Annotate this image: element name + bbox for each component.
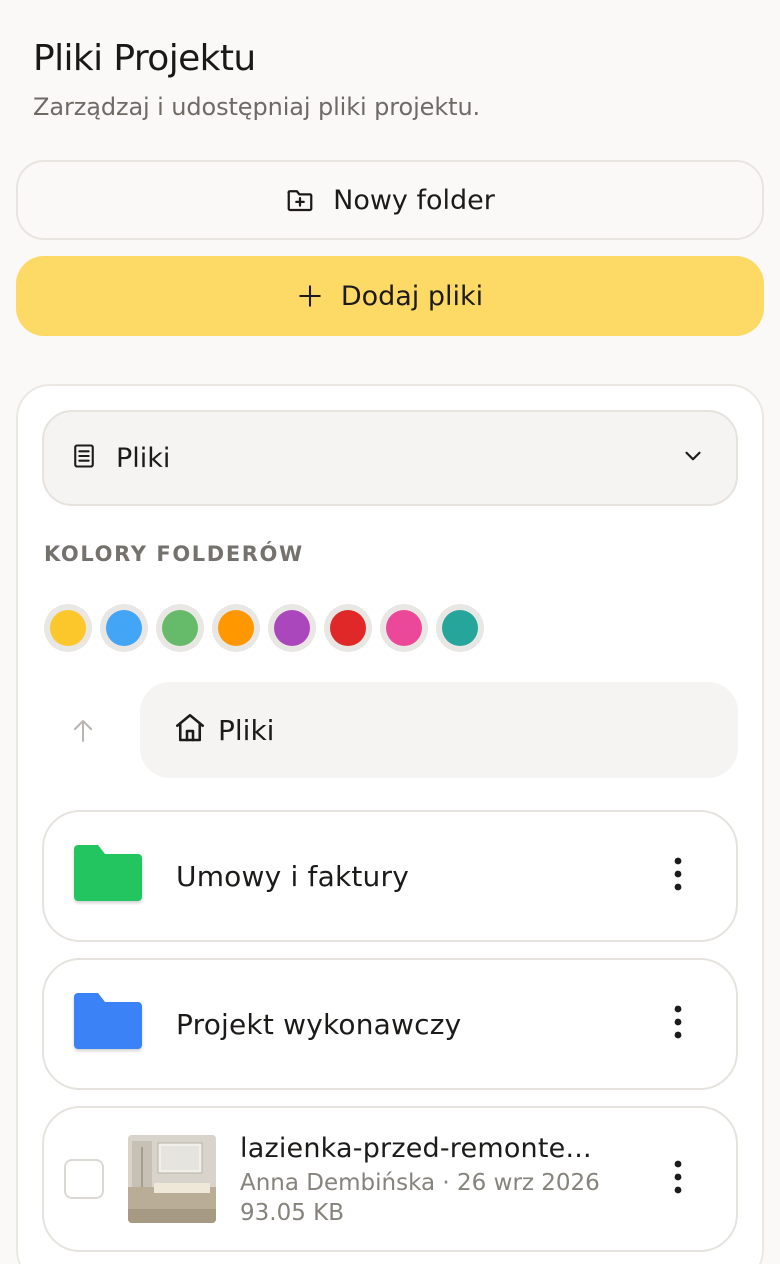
view-select-value: Pliki: [116, 442, 171, 474]
color-swatch-dot: [330, 610, 366, 646]
folder-icon: [70, 991, 146, 1057]
color-swatch[interactable]: [436, 604, 484, 652]
more-options-icon[interactable]: [674, 1005, 682, 1043]
folder-plus-icon: [285, 185, 315, 215]
file-author-date: Anna Dembińska · 26 wrz 2026: [240, 1169, 600, 1196]
breadcrumb[interactable]: Pliki: [140, 682, 738, 778]
view-select[interactable]: Pliki: [42, 410, 738, 506]
files-panel: Pliki KOLORY FOLDERÓW Pliki Umowy i fakt…: [16, 384, 764, 1264]
add-files-label: Dodaj pliki: [340, 280, 484, 312]
color-swatch-dot: [162, 610, 198, 646]
color-swatch[interactable]: [324, 604, 372, 652]
file-size: 93.05 KB: [240, 1199, 345, 1226]
page-subtitle: Zarządzaj i udostępniaj pliki projektu.: [33, 93, 481, 121]
arrow-up-icon[interactable]: [68, 716, 98, 750]
new-folder-button[interactable]: Nowy folder: [16, 160, 764, 240]
folder-row[interactable]: Projekt wykonawczy: [42, 958, 738, 1090]
color-swatch-dot: [274, 610, 310, 646]
file-checkbox[interactable]: [64, 1159, 104, 1199]
new-folder-label: Nowy folder: [333, 184, 495, 216]
breadcrumb-label: Pliki: [218, 713, 275, 747]
color-swatch[interactable]: [380, 604, 428, 652]
more-options-icon[interactable]: [674, 857, 682, 895]
home-icon: [172, 710, 208, 750]
folder-icon: [70, 843, 146, 909]
color-swatch[interactable]: [44, 604, 92, 652]
color-swatch[interactable]: [100, 604, 148, 652]
file-name: lazienka-przed-remonte...: [240, 1132, 592, 1164]
plus-icon: [297, 283, 323, 309]
color-swatch[interactable]: [156, 604, 204, 652]
chevron-down-icon: [680, 443, 706, 473]
add-files-button[interactable]: Dodaj pliki: [16, 256, 764, 336]
color-swatch-dot: [106, 610, 142, 646]
folder-row[interactable]: Umowy i faktury: [42, 810, 738, 942]
project-files-screen: Pliki Projektu Zarządzaj i udostępniaj p…: [0, 0, 780, 1264]
color-swatch[interactable]: [212, 604, 260, 652]
color-swatch[interactable]: [268, 604, 316, 652]
file-thumbnail: [128, 1135, 216, 1223]
folder-colors-label: KOLORY FOLDERÓW: [44, 542, 304, 566]
folder-color-swatches: [44, 604, 484, 652]
folder-name: Projekt wykonawczy: [176, 1007, 462, 1041]
color-swatch-dot: [218, 610, 254, 646]
page-title: Pliki Projektu: [33, 38, 256, 79]
more-options-icon[interactable]: [674, 1160, 682, 1198]
color-swatch-dot: [50, 610, 86, 646]
color-swatch-dot: [386, 610, 422, 646]
color-swatch-dot: [442, 610, 478, 646]
file-meta: lazienka-przed-remonte... Anna Dembińska…: [240, 1133, 600, 1226]
file-row[interactable]: lazienka-przed-remonte... Anna Dembińska…: [42, 1106, 738, 1252]
document-icon: [70, 442, 98, 474]
folder-name: Umowy i faktury: [176, 859, 409, 893]
